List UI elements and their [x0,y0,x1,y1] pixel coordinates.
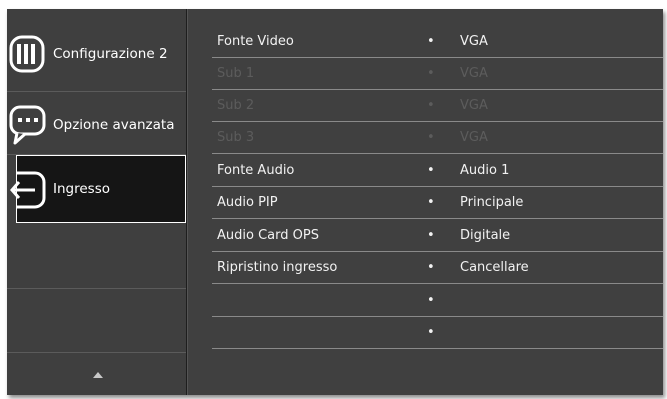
menu-row-empty: • [188,285,663,317]
display-settings-icon [9,35,45,77]
menu-row-value: Cancellare [460,260,529,275]
sidebar-divider [7,288,186,289]
menu-row-name: Ripristino ingresso [217,260,338,275]
menu-row-sub-1: Sub 1 • VGA [188,58,663,90]
osd-menu-window: Configurazione 2 Opzione avanzata Ingres… [7,9,663,395]
menu-row-sub-2: Sub 2 • VGA [188,90,663,122]
bullet-icon: • [427,163,435,178]
menu-row-value: VGA [460,66,488,81]
menu-row-empty: • [188,317,663,349]
menu-row-name: Sub 3 [217,130,255,145]
menu-row-value: VGA [460,98,488,113]
bullet-icon: • [427,260,435,275]
bullet-icon: • [427,195,435,210]
menu-row-ripristino-ingresso[interactable]: Ripristino ingresso • Cancellare [188,252,663,284]
menu-row-sub-3: Sub 3 • VGA [188,122,663,154]
row-divider [212,348,663,349]
bullet-icon: • [427,293,435,308]
menu-row-name: Sub 1 [217,66,255,81]
bullet-icon: • [427,98,435,113]
menu-row-value: Principale [460,195,524,210]
bullet-icon: • [427,325,435,340]
sidebar-item-configurazione-2[interactable]: Configurazione 2 [7,22,186,86]
input-arrow-icon [9,170,47,214]
menu-row-value: VGA [460,34,488,49]
bullet-icon: • [427,130,435,145]
menu-row-audio-card-ops[interactable]: Audio Card OPS • Digitale [188,220,663,252]
menu-row-name: Sub 2 [217,98,255,113]
sidebar-item-label: Ingresso [53,181,110,197]
menu-row-value: Digitale [460,228,511,243]
chat-dots-icon [9,105,47,149]
menu-row-name: Fonte Video [217,34,294,49]
bullet-icon: • [427,34,435,49]
row-divider [212,283,663,284]
sidebar-divider [7,352,186,353]
row-divider [212,218,663,219]
scroll-up-arrow-icon[interactable] [93,372,103,378]
bullet-icon: • [427,66,435,81]
menu-row-fonte-video[interactable]: Fonte Video • VGA [188,26,663,58]
bullet-icon: • [427,228,435,243]
menu-row-fonte-audio[interactable]: Fonte Audio • Audio 1 [188,155,663,187]
menu-row-value: Audio 1 [460,163,510,178]
sidebar-item-label: Opzione avanzata [53,117,175,133]
row-divider [212,153,663,154]
menu-row-name: Audio Card OPS [217,228,319,243]
menu-row-audio-pip[interactable]: Audio PIP • Principale [188,187,663,219]
sidebar-item-opzione-avanzata[interactable]: Opzione avanzata [7,93,186,157]
sidebar-divider [7,91,186,92]
menu-row-value: VGA [460,130,488,145]
menu-row-name: Audio PIP [217,195,278,210]
sidebar-item-label: Configurazione 2 [53,46,168,62]
category-sidebar: Configurazione 2 Opzione avanzata Ingres… [7,9,186,395]
menu-row-name: Fonte Audio [217,163,295,178]
settings-list: Fonte Video • VGA Sub 1 • VGA Sub 2 • VG… [188,9,663,395]
sidebar-item-ingresso[interactable]: Ingresso [10,155,186,223]
